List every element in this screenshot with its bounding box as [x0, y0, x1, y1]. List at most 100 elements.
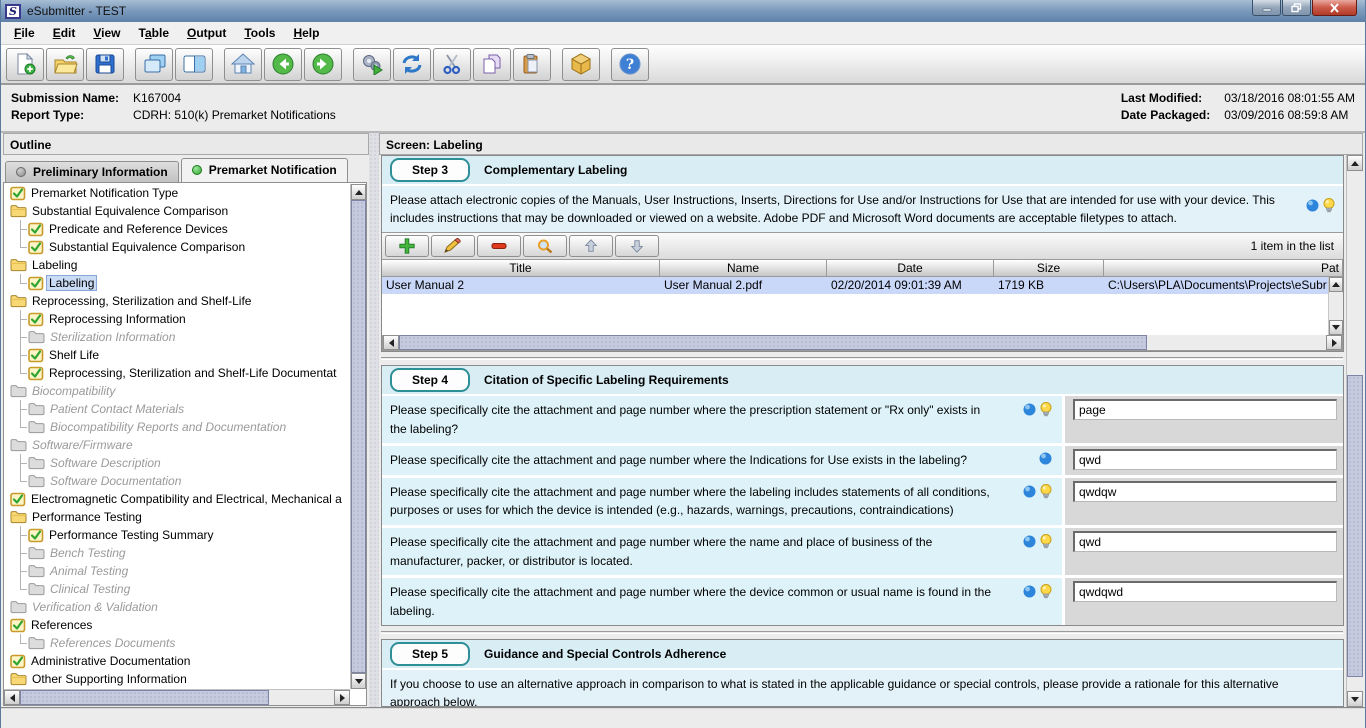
- table-row[interactable]: User Manual 2User Manual 2.pdf02/20/2014…: [382, 277, 1343, 294]
- menu-help[interactable]: Help: [284, 23, 328, 43]
- move-down-button[interactable]: [615, 235, 659, 257]
- cut-button[interactable]: [433, 48, 471, 81]
- tree-item-substantial-equivalence-comparison[interactable]: Substantial Equivalence Comparison: [6, 238, 349, 256]
- column-header-pat[interactable]: Pat: [1104, 260, 1343, 277]
- tree-item-shelf-life[interactable]: Shelf Life: [6, 346, 349, 364]
- tree-item-administrative-documentation[interactable]: Administrative Documentation: [6, 652, 349, 670]
- tree-item-biocompatibility-reports-and-documentati[interactable]: Biocompatibility Reports and Documentati…: [6, 418, 349, 436]
- scroll-right-button[interactable]: [1326, 335, 1342, 350]
- column-header-title[interactable]: Title: [382, 260, 660, 277]
- copy-button[interactable]: [473, 48, 511, 81]
- package-button[interactable]: [562, 48, 600, 81]
- back-button[interactable]: [264, 48, 302, 81]
- tree-item-other-supporting-information[interactable]: Other Supporting Information: [6, 670, 349, 688]
- folder-disabled-icon: [28, 636, 45, 650]
- new-file-button[interactable]: [6, 48, 44, 81]
- tree-item-performance-testing[interactable]: Performance Testing: [6, 508, 349, 526]
- toolbar-group: [353, 48, 551, 81]
- tree-item-software-firmware[interactable]: Software/Firmware: [6, 436, 349, 454]
- tree-item-software-documentation[interactable]: Software Documentation: [6, 472, 349, 490]
- scroll-down-button[interactable]: [1347, 691, 1363, 707]
- scroll-up-button[interactable]: [1329, 277, 1343, 292]
- open-folder-button[interactable]: [46, 48, 84, 81]
- scroll-down-button[interactable]: [351, 673, 366, 689]
- screen-vertical-scrollbar[interactable]: [1346, 155, 1363, 707]
- tree-item-software-description[interactable]: Software Description: [6, 454, 349, 472]
- tree-item-biocompatibility[interactable]: Biocompatibility: [6, 382, 349, 400]
- column-header-size[interactable]: Size: [994, 260, 1104, 277]
- menu-view[interactable]: View: [84, 23, 129, 43]
- answer-cell: [1062, 528, 1343, 575]
- tree-item-animal-testing[interactable]: Animal Testing: [6, 562, 349, 580]
- menu-table[interactable]: Table: [130, 23, 178, 43]
- tree-item-reprocessing-sterilization-and-shelf-lif[interactable]: Reprocessing, Sterilization and Shelf-Li…: [6, 364, 349, 382]
- question-text: Please specifically cite the attachment …: [382, 446, 1062, 475]
- tree-item-reprocessing-information[interactable]: Reprocessing Information: [6, 310, 349, 328]
- citation-input-4[interactable]: [1073, 531, 1337, 552]
- forward-button[interactable]: [304, 48, 342, 81]
- citation-input-5[interactable]: [1073, 581, 1337, 602]
- citation-input-2[interactable]: [1073, 449, 1337, 470]
- menu-edit[interactable]: Edit: [44, 23, 85, 43]
- tree-item-labeling[interactable]: Labeling: [6, 274, 349, 292]
- tab-preliminary-information[interactable]: Preliminary Information: [5, 161, 179, 182]
- panel-splitter[interactable]: [369, 133, 379, 707]
- save-button[interactable]: [86, 48, 124, 81]
- scrollbar-thumb[interactable]: [1347, 375, 1363, 677]
- scroll-up-button[interactable]: [351, 184, 366, 200]
- restore-button[interactable]: [1282, 0, 1311, 16]
- tree-item-predicate-and-reference-devices[interactable]: Predicate and Reference Devices: [6, 220, 349, 238]
- cascade-windows-button[interactable]: [135, 48, 173, 81]
- tab-premarket-notification[interactable]: Premarket Notification: [181, 158, 348, 182]
- tree-item-premarket-notification-type[interactable]: Premarket Notification Type: [6, 184, 349, 202]
- remove-button[interactable]: [477, 235, 521, 257]
- tree-item-labeling[interactable]: Labeling: [6, 256, 349, 274]
- scrollbar-thumb[interactable]: [399, 335, 1147, 350]
- citation-input-3[interactable]: [1073, 481, 1337, 502]
- tree-item-electromagnetic-compatibility-and-electr[interactable]: Electromagnetic Compatibility and Electr…: [6, 490, 349, 508]
- scroll-up-button[interactable]: [1347, 155, 1363, 171]
- tree-item-patient-contact-materials[interactable]: Patient Contact Materials: [6, 400, 349, 418]
- scroll-right-button[interactable]: [334, 690, 350, 705]
- table-vertical-scrollbar[interactable]: [1328, 277, 1343, 335]
- edit-button[interactable]: [431, 235, 475, 257]
- split-view-button[interactable]: [175, 48, 213, 81]
- move-up-button[interactable]: [569, 235, 613, 257]
- menu-tools[interactable]: Tools: [235, 23, 284, 43]
- add-button[interactable]: [385, 235, 429, 257]
- scrollbar-thumb[interactable]: [20, 690, 269, 705]
- help-button[interactable]: ?: [611, 48, 649, 81]
- tree-item-sterilization-information[interactable]: Sterilization Information: [6, 328, 349, 346]
- scroll-left-button[interactable]: [383, 335, 399, 350]
- scroll-down-button[interactable]: [1329, 320, 1343, 335]
- task-complete-icon: [28, 312, 44, 327]
- cell-title: User Manual 2: [382, 277, 660, 294]
- tree-item-bench-testing[interactable]: Bench Testing: [6, 544, 349, 562]
- minimize-button[interactable]: [1252, 0, 1281, 16]
- close-button[interactable]: [1312, 0, 1357, 16]
- tree-item-verification-validation[interactable]: Verification & Validation: [6, 598, 349, 616]
- run-gears-button[interactable]: [353, 48, 391, 81]
- scrollbar-thumb[interactable]: [351, 200, 366, 673]
- paste-button[interactable]: [513, 48, 551, 81]
- tree-vertical-scrollbar[interactable]: [350, 184, 366, 689]
- tree-item-references-documents[interactable]: References Documents: [6, 634, 349, 652]
- tree-item-substantial-equivalence-comparison[interactable]: Substantial Equivalence Comparison: [6, 202, 349, 220]
- home-button[interactable]: [224, 48, 262, 81]
- column-header-date[interactable]: Date: [827, 260, 994, 277]
- refresh-button[interactable]: [393, 48, 431, 81]
- menu-file[interactable]: File: [5, 23, 44, 43]
- tree-item-clinical-testing[interactable]: Clinical Testing: [6, 580, 349, 598]
- table-horizontal-scrollbar[interactable]: [382, 335, 1343, 351]
- menu-output[interactable]: Output: [178, 23, 235, 43]
- citation-input-1[interactable]: [1073, 399, 1337, 420]
- tree-horizontal-scrollbar[interactable]: [4, 689, 350, 705]
- tree-item-reprocessing-sterilization-and-shelf-lif[interactable]: Reprocessing, Sterilization and Shelf-Li…: [6, 292, 349, 310]
- tree-item-references[interactable]: References: [6, 616, 349, 634]
- tree-item-performance-testing-summary[interactable]: Performance Testing Summary: [6, 526, 349, 544]
- column-header-name[interactable]: Name: [660, 260, 827, 277]
- toolbar-group: [6, 48, 124, 81]
- scroll-left-button[interactable]: [4, 690, 20, 705]
- question-row: Please specifically cite the attachment …: [382, 475, 1343, 525]
- view-search-button[interactable]: [523, 235, 567, 257]
